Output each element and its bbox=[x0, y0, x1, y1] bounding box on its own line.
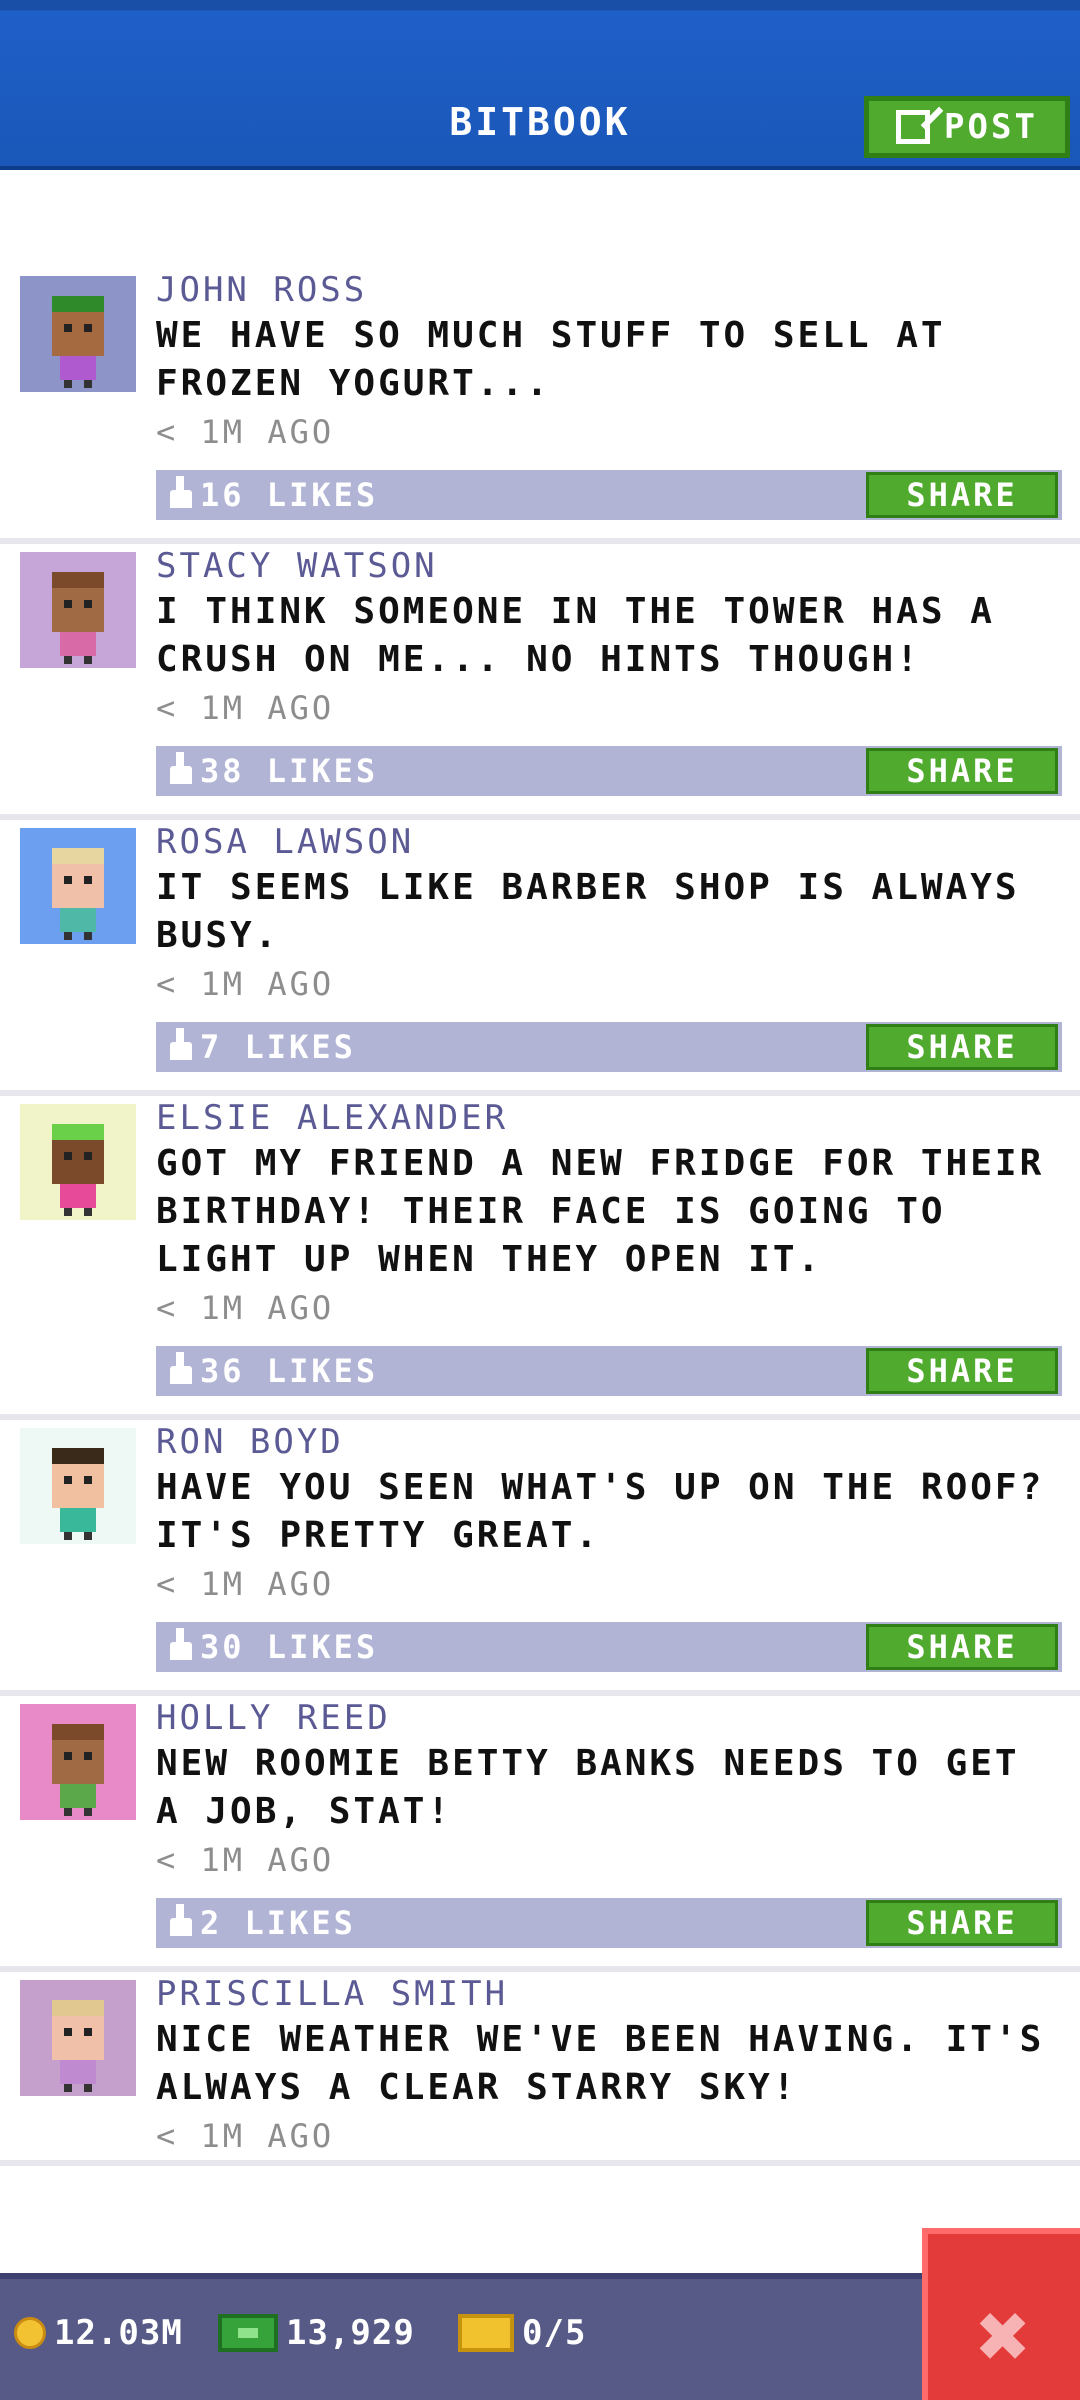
close-icon: ✖ bbox=[976, 2284, 1032, 2389]
post-timestamp: < 1M AGO bbox=[156, 413, 335, 451]
share-button[interactable]: SHARE bbox=[866, 1024, 1058, 1070]
post-timestamp: < 1M AGO bbox=[156, 965, 335, 1003]
like-count-label: 38 LIKES bbox=[200, 752, 379, 790]
feed-post: HOLLY REED NEW ROOMIE BETTY BANKS NEEDS T… bbox=[0, 1696, 1080, 1972]
feed-post: ROSA LAWSON IT SEEMS LIKE BARBER SHOP IS … bbox=[0, 820, 1080, 1096]
feed-post: RON BOYD HAVE YOU SEEN WHAT'S UP ON THE R… bbox=[0, 1420, 1080, 1696]
share-button[interactable]: SHARE bbox=[866, 1348, 1058, 1394]
like-count[interactable]: 7 LIKES bbox=[170, 1022, 356, 1072]
avatar bbox=[20, 828, 136, 944]
tickets-value: 0/5 bbox=[522, 2313, 587, 2353]
feed-post: PRISCILLA SMITH NICE WEATHER WE'VE BEEN H… bbox=[0, 1972, 1080, 2166]
avatar bbox=[20, 552, 136, 668]
thumbs-up-icon bbox=[170, 1352, 192, 1384]
post-author[interactable]: ELSIE ALEXANDER bbox=[156, 1096, 1066, 1140]
coin-icon bbox=[14, 2317, 46, 2349]
post-text: NICE WEATHER WE'VE BEEN HAVING. IT'S ALW… bbox=[156, 2019, 1045, 2108]
like-count[interactable]: 16 LIKES bbox=[170, 470, 378, 520]
post-action-bar: 38 LIKES SHARE bbox=[156, 746, 1062, 796]
thumbs-up-icon bbox=[170, 1628, 192, 1660]
post-text: GOT MY FRIEND A NEW FRIDGE FOR THEIR BIR… bbox=[156, 1143, 1045, 1280]
share-button[interactable]: SHARE bbox=[866, 1624, 1058, 1670]
avatar bbox=[20, 1704, 136, 1820]
close-button[interactable]: ✖ bbox=[922, 2228, 1080, 2400]
post-text: IT SEEMS LIKE BARBER SHOP IS ALWAYS BUSY… bbox=[156, 867, 1020, 956]
post-action-bar: 36 LIKES SHARE bbox=[156, 1346, 1062, 1396]
post-content: ROSA LAWSON IT SEEMS LIKE BARBER SHOP IS … bbox=[156, 820, 1066, 1072]
thumbs-up-icon bbox=[170, 1904, 192, 1936]
post-content: HOLLY REED NEW ROOMIE BETTY BANKS NEEDS T… bbox=[156, 1696, 1066, 1948]
coins-value: 12.03M bbox=[54, 2313, 183, 2353]
post-text: NEW ROOMIE BETTY BANKS NEEDS TO GET A JO… bbox=[156, 1743, 1020, 1832]
like-count-label: 2 LIKES bbox=[200, 1904, 356, 1942]
post-text: HAVE YOU SEEN WHAT'S UP ON THE ROOF? IT'… bbox=[156, 1467, 1045, 1556]
feed-post: ELSIE ALEXANDER GOT MY FRIEND A NEW FRIDG… bbox=[0, 1096, 1080, 1420]
tickets-stat: 0/5 bbox=[458, 2303, 586, 2363]
edit-icon bbox=[896, 110, 931, 144]
post-text: WE HAVE SO MUCH STUFF TO SELL AT FROZEN … bbox=[156, 315, 946, 404]
post-action-bar: 2 LIKES SHARE bbox=[156, 1898, 1062, 1948]
like-count[interactable]: 38 LIKES bbox=[170, 746, 378, 796]
like-count[interactable]: 2 LIKES bbox=[170, 1898, 356, 1948]
avatar bbox=[20, 1428, 136, 1544]
post-timestamp: < 1M AGO bbox=[156, 1565, 335, 1603]
coins-stat: 12.03M bbox=[14, 2303, 183, 2363]
post-action-bar: 7 LIKES SHARE bbox=[156, 1022, 1062, 1072]
post-content: PRISCILLA SMITH NICE WEATHER WE'VE BEEN H… bbox=[156, 1972, 1066, 2160]
post-timestamp: < 1M AGO bbox=[156, 1841, 335, 1879]
avatar bbox=[20, 1104, 136, 1220]
post-timestamp: < 1M AGO bbox=[156, 1289, 335, 1327]
post-author[interactable]: STACY WATSON bbox=[156, 544, 1066, 588]
post-timestamp: < 1M AGO bbox=[156, 689, 335, 727]
feed-post: STACY WATSON I THINK SOMEONE IN THE TOWER… bbox=[0, 544, 1080, 820]
cash-value: 13,929 bbox=[286, 2313, 415, 2353]
post-button-label: POST bbox=[944, 107, 1038, 147]
post-author[interactable]: ROSA LAWSON bbox=[156, 820, 1066, 864]
cash-stat: 13,929 bbox=[218, 2303, 415, 2363]
share-button[interactable]: SHARE bbox=[866, 472, 1058, 518]
feed-list[interactable]: JOHN ROSS WE HAVE SO MUCH STUFF TO SELL A… bbox=[0, 268, 1080, 2166]
like-count-label: 7 LIKES bbox=[200, 1028, 356, 1066]
thumbs-up-icon bbox=[170, 476, 192, 508]
post-action-bar: 16 LIKES SHARE bbox=[156, 470, 1062, 520]
post-author[interactable]: PRISCILLA SMITH bbox=[156, 1972, 1066, 2016]
post-content: RON BOYD HAVE YOU SEEN WHAT'S UP ON THE R… bbox=[156, 1420, 1066, 1672]
post-timestamp: < 1M AGO bbox=[156, 2117, 335, 2155]
post-content: STACY WATSON I THINK SOMEONE IN THE TOWER… bbox=[156, 544, 1066, 796]
post-button[interactable]: POST bbox=[864, 96, 1070, 158]
post-content: JOHN ROSS WE HAVE SO MUCH STUFF TO SELL A… bbox=[156, 268, 1066, 520]
post-author[interactable]: HOLLY REED bbox=[156, 1696, 1066, 1740]
share-button[interactable]: SHARE bbox=[866, 748, 1058, 794]
app-header: BITBOOK POST bbox=[0, 0, 1080, 170]
post-action-bar: 30 LIKES SHARE bbox=[156, 1622, 1062, 1672]
thumbs-up-icon bbox=[170, 1028, 192, 1060]
like-count-label: 16 LIKES bbox=[200, 476, 379, 514]
avatar bbox=[20, 1980, 136, 2096]
post-author[interactable]: JOHN ROSS bbox=[156, 268, 1066, 312]
like-count-label: 36 LIKES bbox=[200, 1352, 379, 1390]
post-author[interactable]: RON BOYD bbox=[156, 1420, 1066, 1464]
like-count[interactable]: 36 LIKES bbox=[170, 1346, 378, 1396]
feed-post: JOHN ROSS WE HAVE SO MUCH STUFF TO SELL A… bbox=[0, 268, 1080, 544]
like-count-label: 30 LIKES bbox=[200, 1628, 379, 1666]
post-text: I THINK SOMEONE IN THE TOWER HAS A CRUSH… bbox=[156, 591, 995, 680]
status-bar: 12.03M 13,929 0/5 bbox=[0, 2273, 1080, 2400]
post-content: ELSIE ALEXANDER GOT MY FRIEND A NEW FRIDG… bbox=[156, 1096, 1066, 1396]
cash-icon bbox=[218, 2314, 278, 2352]
share-button[interactable]: SHARE bbox=[866, 1900, 1058, 1946]
like-count[interactable]: 30 LIKES bbox=[170, 1622, 378, 1672]
thumbs-up-icon bbox=[170, 752, 192, 784]
avatar bbox=[20, 276, 136, 392]
ticket-icon bbox=[458, 2314, 514, 2352]
